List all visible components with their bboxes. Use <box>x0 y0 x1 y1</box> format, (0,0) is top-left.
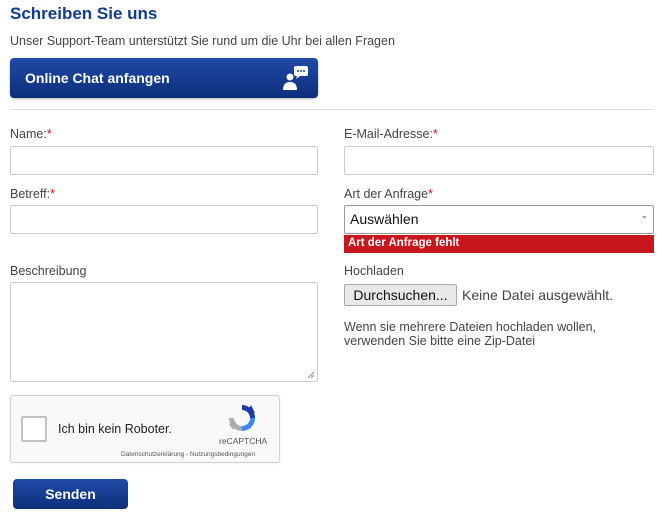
chat-button-label: Online Chat anfangen <box>25 70 170 86</box>
subject-label-text: Betreff: <box>10 187 51 201</box>
subject-field[interactable] <box>10 205 318 234</box>
page-subtitle: Unser Support-Team unterstützt Sie rund … <box>10 34 395 48</box>
upload-hint: Wenn sie mehrere Dateien hochladen wolle… <box>344 320 597 348</box>
email-label-text: E-Mail-Adresse: <box>344 127 433 141</box>
recaptcha-brand: reCAPTCHA <box>219 436 268 446</box>
resize-handle-icon[interactable] <box>307 371 315 379</box>
online-chat-button[interactable]: Online Chat anfangen <box>10 58 318 98</box>
description-label: Beschreibung <box>10 264 87 278</box>
email-field[interactable] <box>344 146 654 175</box>
request-type-error: Art der Anfrage fehlt <box>344 235 654 253</box>
recaptcha-links[interactable]: Datenschutzerklärung - Nutzungsbedingung… <box>121 451 255 458</box>
type-label-text: Art der Anfrage <box>344 187 429 201</box>
request-type-value: Auswählen <box>350 211 419 227</box>
type-label: Art der Anfrage* <box>344 187 433 201</box>
email-label: E-Mail-Adresse:* <box>344 127 438 141</box>
required-marker: * <box>428 187 433 201</box>
name-label: Name:* <box>10 127 52 141</box>
name-label-text: Name: <box>10 127 47 141</box>
required-marker: * <box>46 127 52 141</box>
recaptcha-label: Ich bin kein Roboter. <box>58 422 172 436</box>
divider <box>10 109 654 110</box>
upload-status: Keine Datei ausgewählt. <box>462 287 613 303</box>
chevron-down-icon: ⌄ <box>640 210 648 220</box>
required-marker: * <box>432 127 438 141</box>
recaptcha-checkbox[interactable] <box>21 416 47 442</box>
page-title: Schreiben Sie uns <box>10 4 158 23</box>
subject-label: Betreff:* <box>10 187 55 201</box>
recaptcha-widget: Ich bin kein Roboter. reCAPTCHA Datensch… <box>10 395 280 463</box>
upload-label: Hochladen <box>344 264 404 278</box>
required-marker: * <box>50 187 55 201</box>
name-field[interactable] <box>10 146 318 175</box>
chat-person-icon <box>283 66 308 90</box>
send-button[interactable]: Senden <box>13 479 128 509</box>
recaptcha-logo-icon <box>229 405 255 431</box>
description-textarea[interactable] <box>10 282 318 382</box>
request-type-select[interactable]: Auswählen ⌄ <box>344 205 654 234</box>
browse-button[interactable]: Durchsuchen... <box>344 284 457 306</box>
